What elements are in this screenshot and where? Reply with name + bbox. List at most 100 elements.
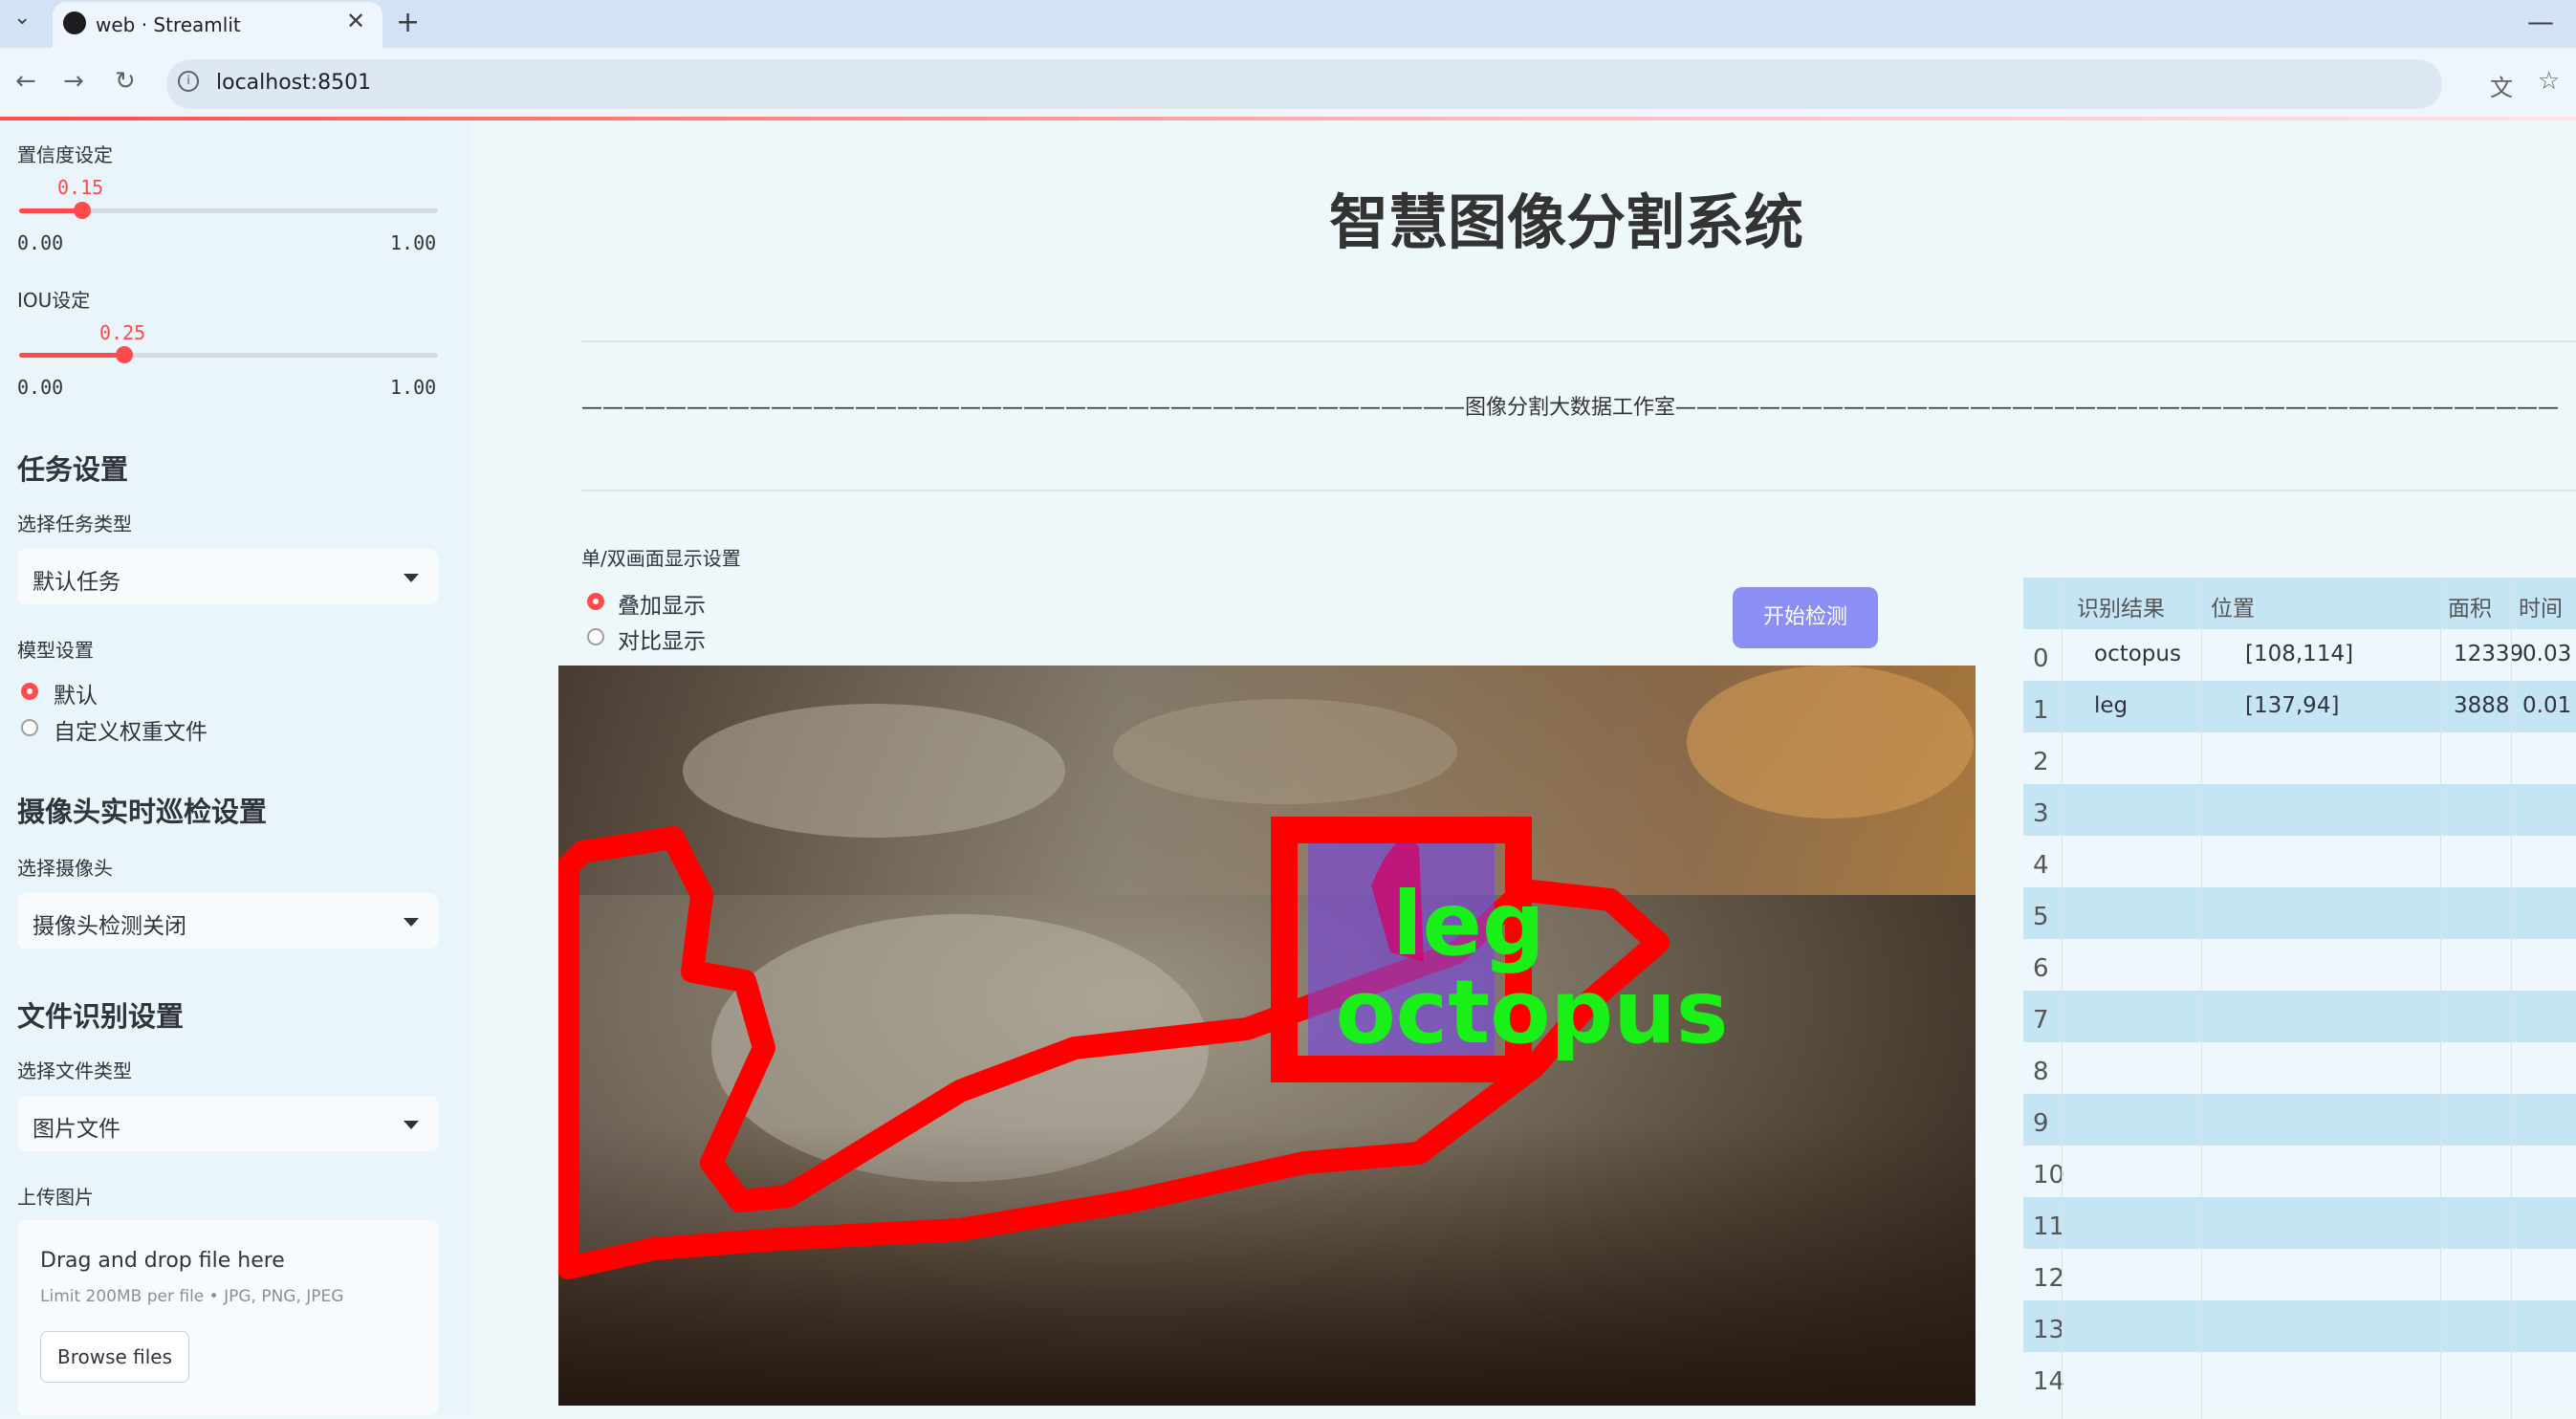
studio-banner: ————————————————————————————————————————…	[581, 396, 2560, 420]
header-result[interactable]: 识别结果	[2077, 590, 2165, 622]
iou-label: IOU设定	[17, 289, 91, 312]
back-icon[interactable]: ←	[15, 67, 36, 96]
model-radio-custom[interactable]	[21, 719, 38, 736]
divider	[581, 490, 2576, 491]
model-option-default[interactable]: 默认	[54, 677, 98, 710]
row-index: 3	[2033, 799, 2049, 828]
mask-label-octopus: octopus	[1335, 961, 1728, 1063]
task-type-value: 默认任务	[33, 570, 120, 595]
chevron-down-icon	[404, 918, 419, 927]
segmentation-result-image: leg octopus	[558, 666, 1976, 1406]
row-index: 12	[2033, 1264, 2065, 1293]
cell-time: 0.03	[2522, 642, 2572, 666]
header-time[interactable]: 时间	[2519, 590, 2563, 622]
url-text[interactable]: localhost:8501	[216, 71, 371, 95]
iou-value: 0.25	[99, 321, 146, 344]
task-type-label: 选择任务类型	[17, 513, 132, 535]
cell-result: leg	[2094, 693, 2128, 718]
row-index: 1	[2033, 696, 2049, 725]
tab-title: web · Streamlit	[96, 13, 241, 36]
column-divider	[2511, 578, 2512, 1419]
row-index: 10	[2033, 1161, 2065, 1190]
display-radio-compare[interactable]	[587, 628, 604, 645]
table-row[interactable]: 3	[2023, 784, 2576, 836]
header-area[interactable]: 面积	[2448, 590, 2492, 622]
row-index: 7	[2033, 1006, 2049, 1035]
cell-position: [137,94]	[2245, 693, 2340, 718]
table-header: 识别结果 位置 面积 时间	[2023, 578, 2576, 629]
confidence-slider-thumb[interactable]	[74, 202, 91, 219]
column-divider	[2201, 578, 2202, 1419]
confidence-max: 1.00	[390, 231, 437, 254]
table-row[interactable]: 13	[2023, 1300, 2576, 1352]
tab-list-chevron-icon[interactable]: ⌄	[13, 6, 31, 30]
row-index: 8	[2033, 1058, 2049, 1086]
table-row[interactable]: 9	[2023, 1094, 2576, 1146]
new-tab-icon[interactable]: +	[396, 6, 420, 39]
mask-label-leg: leg	[1392, 873, 1545, 975]
table-row[interactable]: 0 octopus [108,114] 12339 0.03	[2023, 629, 2576, 681]
file-type-label: 选择文件类型	[17, 1059, 132, 1082]
camera-section-heading: 摄像头实时巡检设置	[17, 796, 268, 828]
cell-area: 12339	[2454, 642, 2524, 666]
task-section-heading: 任务设置	[17, 453, 129, 486]
iou-slider-thumb[interactable]	[116, 346, 133, 363]
header-position[interactable]: 位置	[2211, 590, 2255, 622]
reload-icon[interactable]: ↻	[115, 67, 136, 96]
table-row[interactable]: 12	[2023, 1249, 2576, 1300]
row-index: 9	[2033, 1109, 2049, 1138]
address-bar[interactable]	[166, 59, 2442, 109]
chevron-down-icon	[404, 574, 419, 582]
model-option-custom[interactable]: 自定义权重文件	[54, 713, 207, 746]
row-index: 6	[2033, 954, 2049, 983]
row-index: 13	[2033, 1316, 2065, 1344]
display-option-overlay[interactable]: 叠加显示	[618, 587, 706, 620]
display-radio-overlay[interactable]	[587, 593, 604, 610]
confidence-min: 0.00	[17, 231, 64, 254]
table-row[interactable]: 4	[2023, 836, 2576, 887]
row-index: 14	[2033, 1367, 2065, 1396]
browse-files-button[interactable]: Browse files	[40, 1331, 189, 1383]
table-row[interactable]: 6	[2023, 939, 2576, 991]
streamlit-favicon-icon	[63, 11, 86, 34]
chevron-down-icon	[404, 1121, 419, 1129]
camera-label: 选择摄像头	[17, 857, 113, 880]
cell-result: octopus	[2094, 642, 2181, 666]
file-type-value: 图片文件	[33, 1117, 120, 1142]
table-row[interactable]: 14	[2023, 1352, 2576, 1404]
forward-icon[interactable]: →	[63, 67, 84, 96]
model-radio-default[interactable]	[21, 683, 38, 700]
table-row[interactable]: 10	[2023, 1146, 2576, 1197]
camera-value: 摄像头检测关闭	[33, 914, 186, 939]
dropzone-title: Drag and drop file here	[40, 1249, 285, 1273]
table-row[interactable]: 7	[2023, 991, 2576, 1042]
row-index: 2	[2033, 748, 2049, 776]
model-label: 模型设置	[17, 639, 94, 662]
row-index: 4	[2033, 851, 2049, 880]
cell-area: 3888	[2454, 693, 2510, 718]
dropzone-hint: Limit 200MB per file • JPG, PNG, JPEG	[40, 1287, 344, 1306]
display-option-compare[interactable]: 对比显示	[618, 622, 706, 655]
table-row[interactable]: 11	[2023, 1197, 2576, 1249]
table-row[interactable]: 2	[2023, 732, 2576, 784]
tab-strip	[0, 0, 2576, 48]
bookmark-star-icon[interactable]: ☆	[2538, 67, 2560, 96]
translate-icon[interactable]: 文	[2490, 69, 2513, 102]
column-divider	[2440, 578, 2441, 1419]
start-detection-button[interactable]: 开始检测	[1733, 587, 1878, 648]
table-row[interactable]: 5	[2023, 887, 2576, 939]
row-index: 0	[2033, 644, 2049, 673]
display-mode-label: 单/双画面显示设置	[581, 547, 741, 570]
confidence-label: 置信度设定	[17, 143, 113, 166]
divider	[581, 340, 2576, 342]
column-divider	[2062, 578, 2063, 1419]
file-section-heading: 文件识别设置	[17, 1000, 185, 1033]
row-index: 5	[2033, 903, 2049, 931]
minimize-icon[interactable]: —	[2527, 6, 2554, 37]
site-info-icon[interactable]: i	[178, 71, 199, 92]
iou-slider-fill	[19, 353, 124, 358]
table-row[interactable]: 8	[2023, 1042, 2576, 1094]
close-tab-icon[interactable]: ✕	[346, 8, 365, 34]
row-index: 11	[2033, 1212, 2065, 1241]
table-row[interactable]: 1 leg [137,94] 3888 0.01	[2023, 681, 2576, 732]
